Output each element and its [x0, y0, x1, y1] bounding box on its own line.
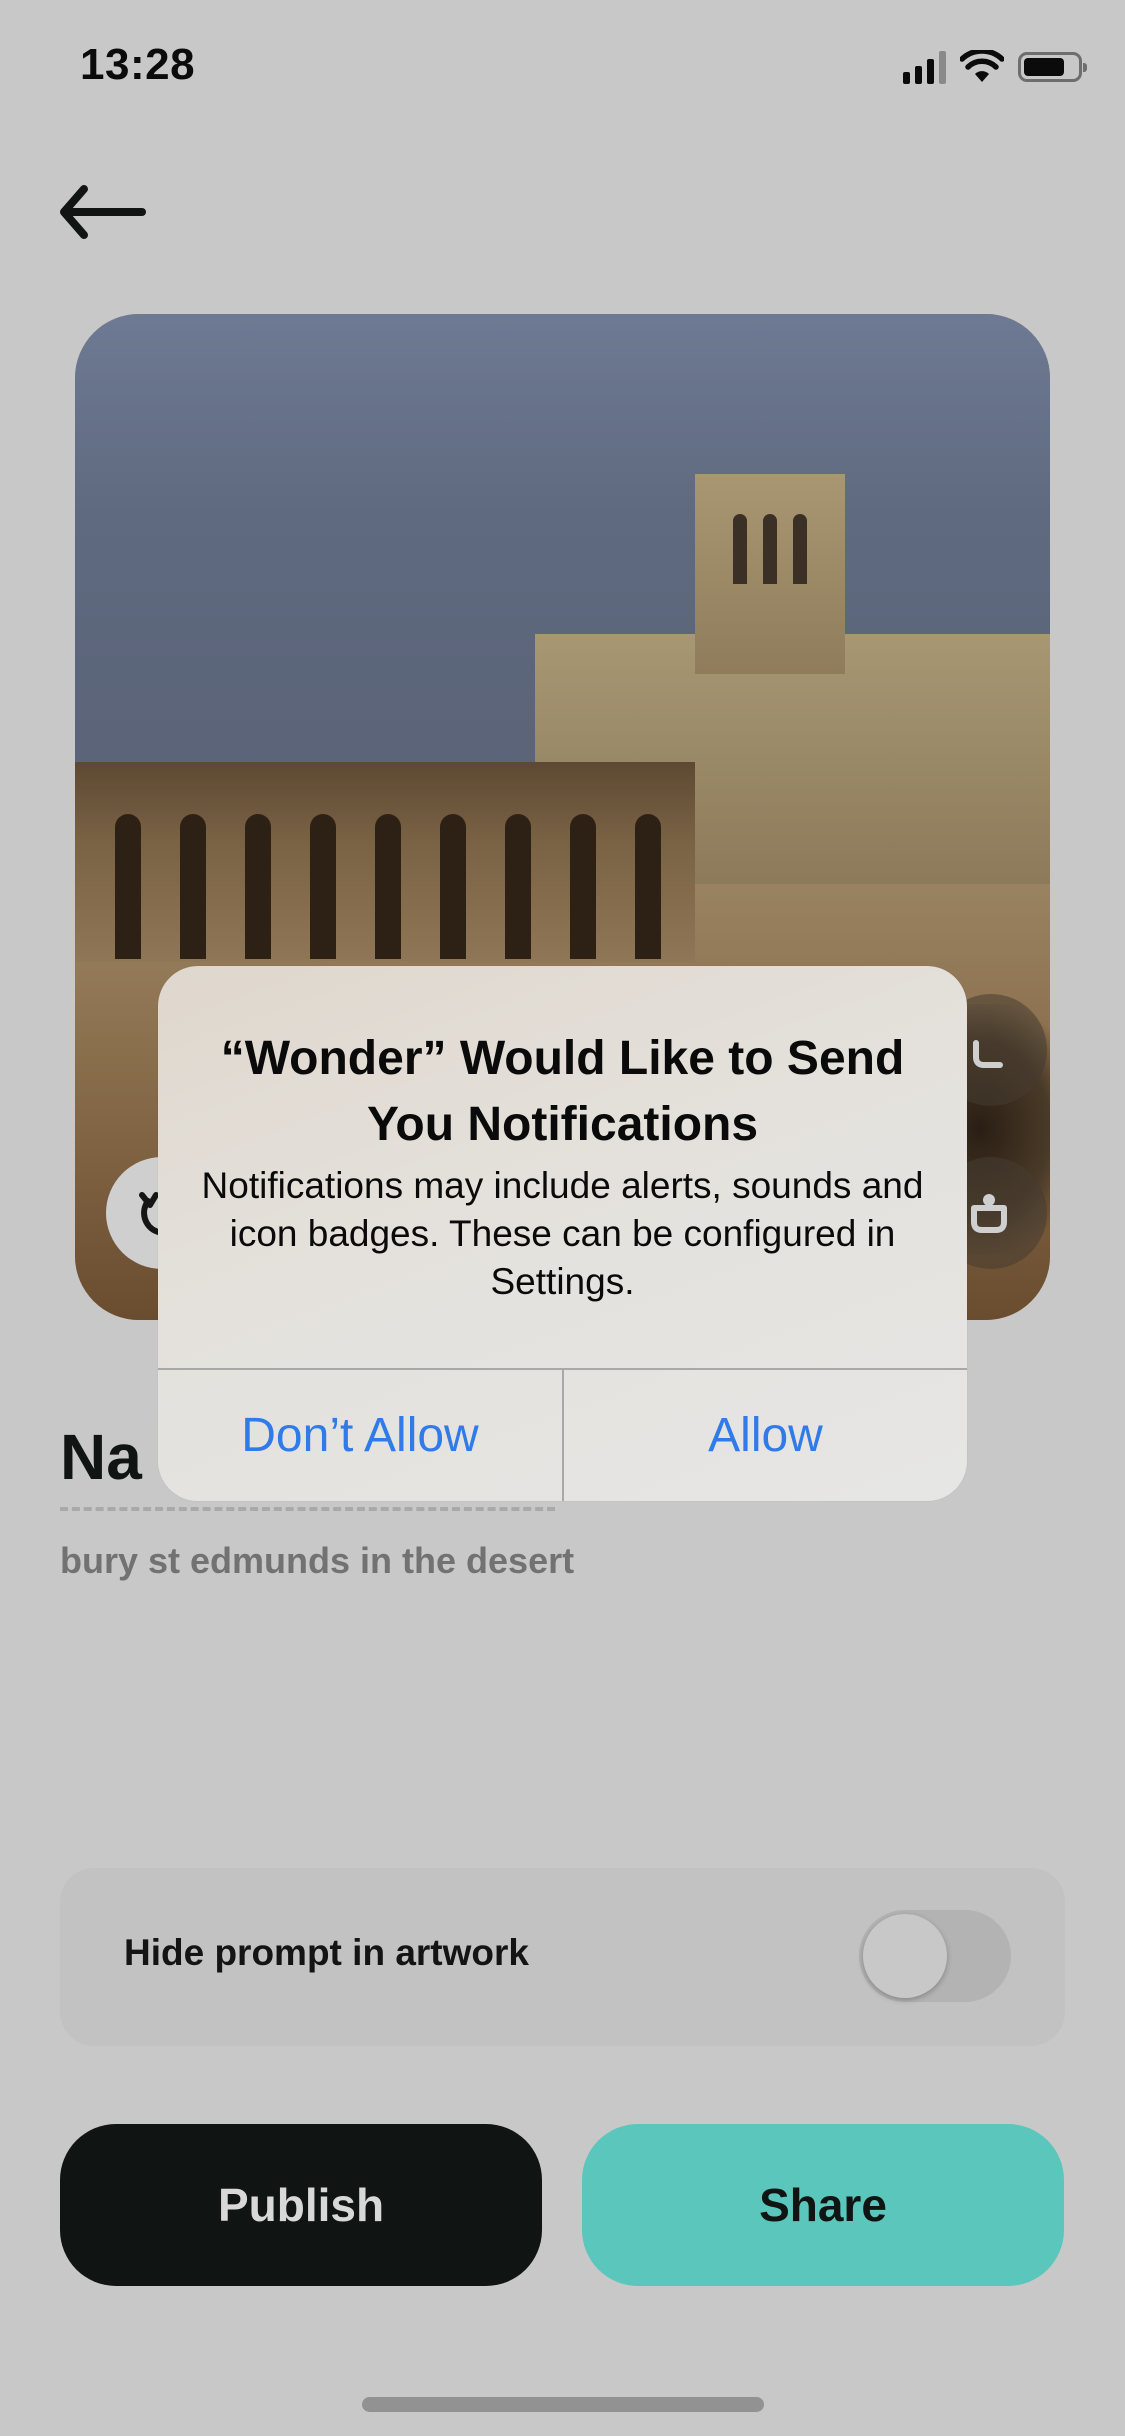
prompt-text: bury st edmunds in the desert	[60, 1540, 575, 1581]
artwork-arch	[635, 814, 661, 959]
artwork-arch	[440, 814, 466, 959]
notification-permission-alert: “Wonder” Would Like to Send You Notifica…	[158, 966, 967, 1501]
action-icon	[973, 1040, 1003, 1068]
title-underline	[60, 1507, 555, 1511]
hide-prompt-toggle[interactable]	[859, 1910, 1011, 2002]
artwork-arch	[245, 814, 271, 959]
hide-prompt-setting: Hide prompt in artwork	[60, 1868, 1065, 2046]
share-button[interactable]: Share	[582, 2124, 1064, 2286]
cellular-signal-icon	[903, 50, 946, 84]
status-time: 13:28	[80, 40, 196, 89]
artwork-arch	[310, 814, 336, 959]
toggle-knob	[863, 1914, 947, 1998]
home-indicator[interactable]	[362, 2397, 764, 2412]
artwork-tower	[695, 474, 845, 674]
artwork-arch	[115, 814, 141, 959]
alert-title: “Wonder” Would Like to Send You Notifica…	[220, 1032, 905, 1151]
back-button[interactable]	[58, 185, 148, 240]
allow-button[interactable]: Allow	[564, 1369, 967, 1501]
artwork-title[interactable]: Na	[60, 1420, 142, 1494]
publish-button[interactable]: Publish	[60, 2124, 542, 2286]
artwork-arch	[375, 814, 401, 959]
wifi-icon	[960, 50, 1004, 82]
dont-allow-button[interactable]: Don’t Allow	[158, 1369, 562, 1501]
hide-prompt-label: Hide prompt in artwork	[124, 1932, 529, 1973]
alert-message: Notifications may include alerts, sounds…	[201, 1165, 924, 1302]
arrow-left-icon	[60, 185, 146, 239]
artwork-arch	[180, 814, 206, 959]
status-icons	[903, 50, 1087, 84]
artwork-arch	[570, 814, 596, 959]
artwork-arch	[505, 814, 531, 959]
battery-icon	[1018, 52, 1087, 82]
action-icon	[971, 1194, 1007, 1233]
